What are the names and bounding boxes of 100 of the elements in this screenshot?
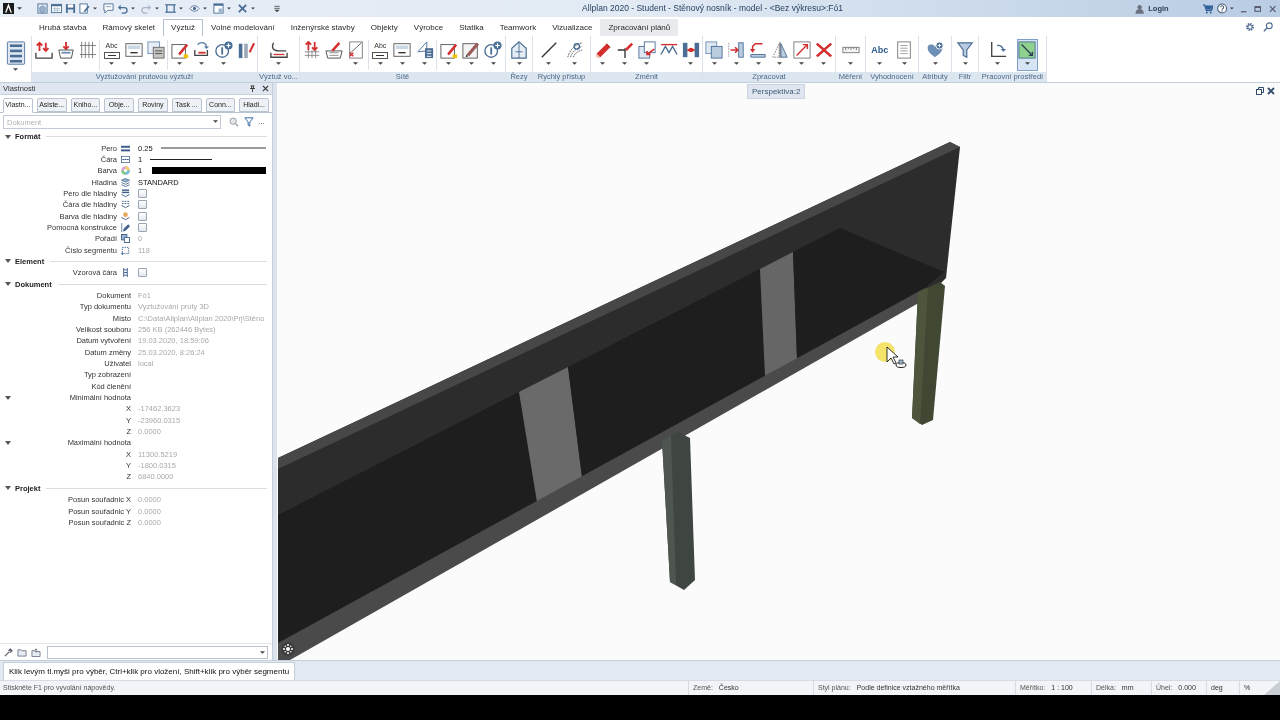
- caret-icon: [260, 650, 265, 654]
- cross-icon[interactable]: [237, 3, 248, 14]
- caret-icon: [490, 62, 496, 65]
- move-box-icon: [637, 41, 656, 59]
- caret-icon[interactable]: [203, 7, 207, 10]
- document-list-icon: [895, 41, 914, 59]
- caret-icon[interactable]: [251, 7, 255, 10]
- more-button[interactable]: ...: [258, 118, 265, 126]
- caret-icon[interactable]: [17, 7, 22, 10]
- filter-icon[interactable]: [244, 117, 254, 127]
- checkbox[interactable]: [138, 200, 147, 210]
- viewport-canvas[interactable]: Perspektiva:2: [277, 83, 1280, 660]
- folder-arrow-icon[interactable]: [31, 647, 41, 657]
- undo-icon[interactable]: [117, 3, 128, 14]
- window-icon[interactable]: [213, 3, 224, 14]
- collapse-caret-icon[interactable]: [5, 281, 11, 288]
- tool-button[interactable]: [1016, 39, 1038, 71]
- search-icon[interactable]: [1263, 21, 1273, 32]
- building-list-icon: [4, 41, 27, 66]
- line-icon: [539, 41, 558, 59]
- line-type-sample: [150, 158, 213, 160]
- overlapping-squares-icon: [121, 234, 130, 244]
- checkbox[interactable]: [138, 211, 147, 221]
- combo-field[interactable]: [47, 645, 268, 659]
- contour-lines-icon: [565, 41, 584, 59]
- caret-icon: [777, 62, 783, 65]
- axes-arrow-icon: [988, 41, 1007, 59]
- circle-plus-icon: [214, 41, 233, 59]
- maximize-icon[interactable]: [1254, 4, 1262, 13]
- mirror-icon: [770, 41, 789, 59]
- grid-mark-icon: [346, 41, 365, 59]
- pencil-icon: [121, 222, 130, 232]
- collapse-caret-icon[interactable]: [5, 258, 11, 265]
- label-box-icon: [124, 41, 143, 59]
- help-icon[interactable]: [1216, 3, 1228, 14]
- close-icon[interactable]: [262, 85, 269, 92]
- collapse-caret-icon[interactable]: [5, 394, 11, 401]
- caret-icon[interactable]: [155, 7, 159, 10]
- caret-icon: [688, 62, 693, 65]
- house-section-icon: [510, 41, 528, 59]
- pin-icon[interactable]: [249, 85, 256, 92]
- caret-icon: [13, 68, 18, 71]
- checkbox[interactable]: [138, 268, 147, 278]
- tray-arrow-icon: [56, 41, 75, 59]
- copy-icon: [705, 41, 724, 59]
- caret-icon: [546, 62, 551, 65]
- eye-icon[interactable]: [189, 3, 200, 14]
- document-box-icon: [146, 41, 165, 59]
- tray-pencil-icon: [324, 41, 343, 59]
- caret-icon: [622, 62, 627, 65]
- bars-grid-icon: [78, 41, 97, 59]
- edit-document-icon[interactable]: [79, 3, 90, 14]
- collapse-caret-icon[interactable]: [5, 485, 11, 492]
- close-icon[interactable]: [1268, 4, 1276, 13]
- app-logo-icon[interactable]: [3, 3, 14, 14]
- arrows-tray-icon: [34, 41, 53, 59]
- cart-icon[interactable]: [1202, 3, 1213, 14]
- window-title: Allplan 2020 - Student - Stěnový nosník - model - <Bez výkresu>:Fó1: [582, 2, 843, 15]
- settings-icon[interactable]: [1245, 21, 1255, 32]
- panel-box-icon: [415, 41, 434, 59]
- caret-icon: [468, 62, 474, 65]
- caret-icon[interactable]: [1230, 7, 1234, 10]
- caret-icon: [755, 62, 761, 65]
- menu-tab[interactable]: Výztuž: [163, 19, 204, 36]
- caret-icon: [572, 62, 577, 65]
- caret-icon[interactable]: [213, 120, 218, 123]
- caret-icon[interactable]: [131, 7, 135, 10]
- filter-icon: [956, 41, 974, 59]
- menu-tab[interactable]: Zpracování plánů: [600, 19, 679, 36]
- speech-bubble-icon[interactable]: [103, 3, 114, 14]
- customize-menu-icon[interactable]: [273, 4, 281, 13]
- checkbox[interactable]: [138, 222, 147, 232]
- caret-icon: [799, 62, 805, 65]
- heart-plus-icon: [926, 41, 944, 59]
- save-icon[interactable]: [65, 3, 76, 14]
- caret-icon[interactable]: [227, 7, 231, 10]
- caret-icon: [131, 62, 136, 65]
- restore-window-icon[interactable]: [1256, 87, 1264, 95]
- close-icon[interactable]: [1267, 87, 1275, 95]
- collapse-caret-icon[interactable]: [5, 133, 11, 140]
- collapse-caret-icon[interactable]: [5, 439, 11, 446]
- frame-box-icon: [372, 52, 389, 59]
- caret-icon[interactable]: [93, 7, 97, 10]
- grid-window-icon[interactable]: [51, 3, 62, 14]
- folder-icon[interactable]: [17, 647, 27, 657]
- user-icon: [1135, 3, 1145, 14]
- circle-plus-icon: [484, 41, 503, 59]
- ladder-line-icon: [121, 268, 130, 278]
- caret-icon: [422, 62, 428, 65]
- box-pencil-icon: [170, 41, 189, 59]
- tool-button[interactable]: Abc: [869, 39, 891, 71]
- layers-icon: [121, 177, 130, 187]
- color-layers-icon: [121, 211, 130, 221]
- pen-layers-icon: [121, 188, 130, 198]
- eyedropper-icon[interactable]: [4, 647, 13, 657]
- caret-icon[interactable]: [179, 7, 183, 10]
- navigation-wheel-icon[interactable]: [281, 642, 295, 656]
- command-prompt: Klik levým tl.myši pro výběr, Ctrl+klik pro vložení, Shift+klik pro výběr segmentu: [3, 662, 296, 680]
- frame-icon[interactable]: [165, 3, 176, 14]
- checkbox[interactable]: [138, 188, 147, 198]
